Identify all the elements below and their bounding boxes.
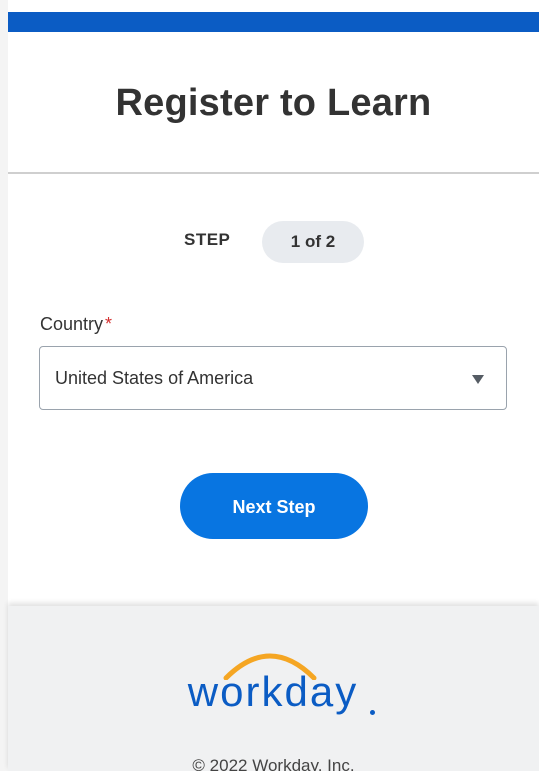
country-select-value: United States of America xyxy=(55,368,254,388)
country-label: Country * xyxy=(40,314,112,335)
chevron-down-icon xyxy=(472,375,484,384)
header-divider xyxy=(8,172,539,174)
logo-dot xyxy=(370,710,375,715)
page-title: Register to Learn xyxy=(115,82,432,124)
page: Register to Learn STEP 1 of 2 Country * U… xyxy=(0,0,539,771)
brand-top-bar xyxy=(8,12,539,32)
left-edge-strip xyxy=(0,0,8,771)
country-select[interactable]: United States of America xyxy=(39,346,507,410)
country-label-text: Country xyxy=(40,314,104,334)
step-label: STEP xyxy=(184,230,231,249)
step-progress-badge: 1 of 2 xyxy=(262,221,364,263)
copyright-text: © 2022 Workday, Inc. xyxy=(192,756,355,771)
next-step-button[interactable]: Next Step xyxy=(180,473,368,539)
logo-wordmark: workday xyxy=(187,668,359,715)
required-marker: * xyxy=(105,314,113,334)
workday-logo: workday xyxy=(168,640,378,730)
